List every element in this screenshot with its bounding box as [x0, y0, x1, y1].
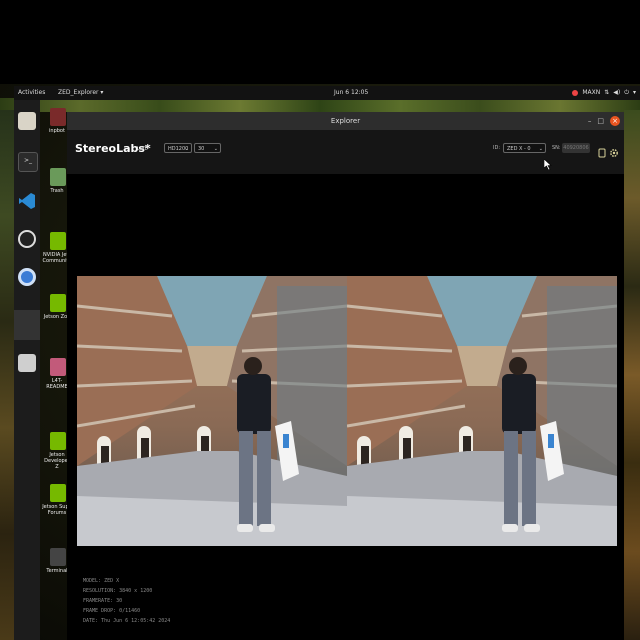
terminal-icon[interactable]: >_ — [18, 152, 38, 172]
active-app-highlight[interactable] — [14, 310, 40, 340]
left-camera-view — [77, 276, 347, 546]
wallpaper-right — [624, 110, 640, 640]
nvidia-icon — [50, 484, 66, 502]
chevron-down-icon: ⌄ — [184, 146, 189, 152]
nvidia-icon — [50, 432, 66, 450]
window-controls: – □ × — [588, 116, 620, 126]
chevron-down-icon[interactable]: ▾ — [633, 86, 636, 100]
info-resolution: RESOLUTION: 3840 x 1200 — [83, 588, 153, 594]
sn-label: SN: — [552, 145, 561, 151]
trash-icon — [50, 168, 66, 186]
live-indicator: LIVE — [137, 146, 148, 152]
info-framerate: FRAMERATE: 30 — [83, 598, 123, 604]
obs-icon[interactable] — [18, 230, 36, 248]
folder-icon — [50, 358, 66, 376]
volume-icon[interactable]: ◀) — [613, 86, 620, 100]
wallpaper-left — [0, 110, 14, 640]
explorer-window: Explorer – □ × StereoLabs* LIVE HD1200 ⌄… — [67, 112, 624, 640]
camera-value: ZED X - 0 — [507, 146, 531, 152]
info-frame-drop: FRAME DROP: 0/11460 — [83, 608, 141, 614]
stereo-stream — [77, 276, 617, 546]
right-camera-view — [347, 276, 617, 546]
fps-select[interactable]: 30 ⌄ — [194, 143, 221, 153]
video-viewport: MODEL: ZED X RESOLUTION: 3840 x 1200 FRA… — [77, 178, 617, 640]
disk-icon[interactable] — [18, 354, 36, 372]
power-icon[interactable]: ⏻ — [624, 86, 629, 100]
nvidia-icon — [50, 232, 66, 250]
info-date: DATE: Thu Jun 6 12:05:42 2024 — [83, 618, 171, 624]
app-menu[interactable]: ZED_Explorer ▾ — [58, 86, 103, 100]
dock: >_ — [14, 100, 40, 640]
info-model: MODEL: ZED X — [83, 578, 120, 584]
fps-value: 30 — [198, 146, 205, 152]
chevron-down-icon: ⌄ — [538, 146, 543, 152]
clock[interactable]: Jun 6 12:05 — [334, 86, 368, 100]
files-icon[interactable] — [18, 112, 36, 130]
system-tray[interactable]: MAXN ⇅ ◀) ⏻ ▾ — [572, 86, 636, 100]
nvidia-icon — [50, 294, 66, 312]
close-icon[interactable]: × — [610, 116, 620, 126]
camera-select[interactable]: ZED X - 0 ⌄ — [503, 143, 546, 153]
chevron-down-icon: ⌄ — [213, 146, 218, 152]
window-title: Explorer — [330, 117, 361, 125]
vscode-icon[interactable] — [18, 192, 36, 210]
settings-gear-icon[interactable] — [609, 143, 619, 157]
camera-info-panel: MODEL: ZED X RESOLUTION: 3840 x 1200 FRA… — [83, 576, 170, 626]
resolution-select[interactable]: HD1200 ⌄ — [164, 143, 192, 153]
record-icon[interactable] — [597, 143, 607, 158]
id-label: ID: — [493, 145, 501, 151]
nvidia-status-icon[interactable] — [572, 90, 579, 96]
ros-icon — [50, 108, 66, 126]
minimize-icon[interactable]: – — [588, 116, 592, 126]
mouse-cursor-icon — [543, 155, 552, 174]
activities-button[interactable]: Activities — [18, 86, 45, 100]
terminal-icon — [50, 548, 66, 566]
serial-number-field: 40920806 — [562, 143, 590, 153]
chromium-icon[interactable] — [18, 268, 36, 286]
power-mode-label[interactable]: MAXN — [582, 86, 600, 100]
network-icon[interactable]: ⇅ — [604, 86, 609, 100]
maximize-icon[interactable]: □ — [597, 116, 604, 126]
app-header: StereoLabs* LIVE HD1200 ⌄ 30 ⌄ ID: ZED X… — [67, 130, 624, 174]
system-top-bar: Activities ZED_Explorer ▾ Jun 6 12:05 MA… — [14, 86, 640, 100]
window-titlebar[interactable]: Explorer – □ × — [67, 112, 624, 130]
wallpaper-leaves — [0, 98, 640, 112]
